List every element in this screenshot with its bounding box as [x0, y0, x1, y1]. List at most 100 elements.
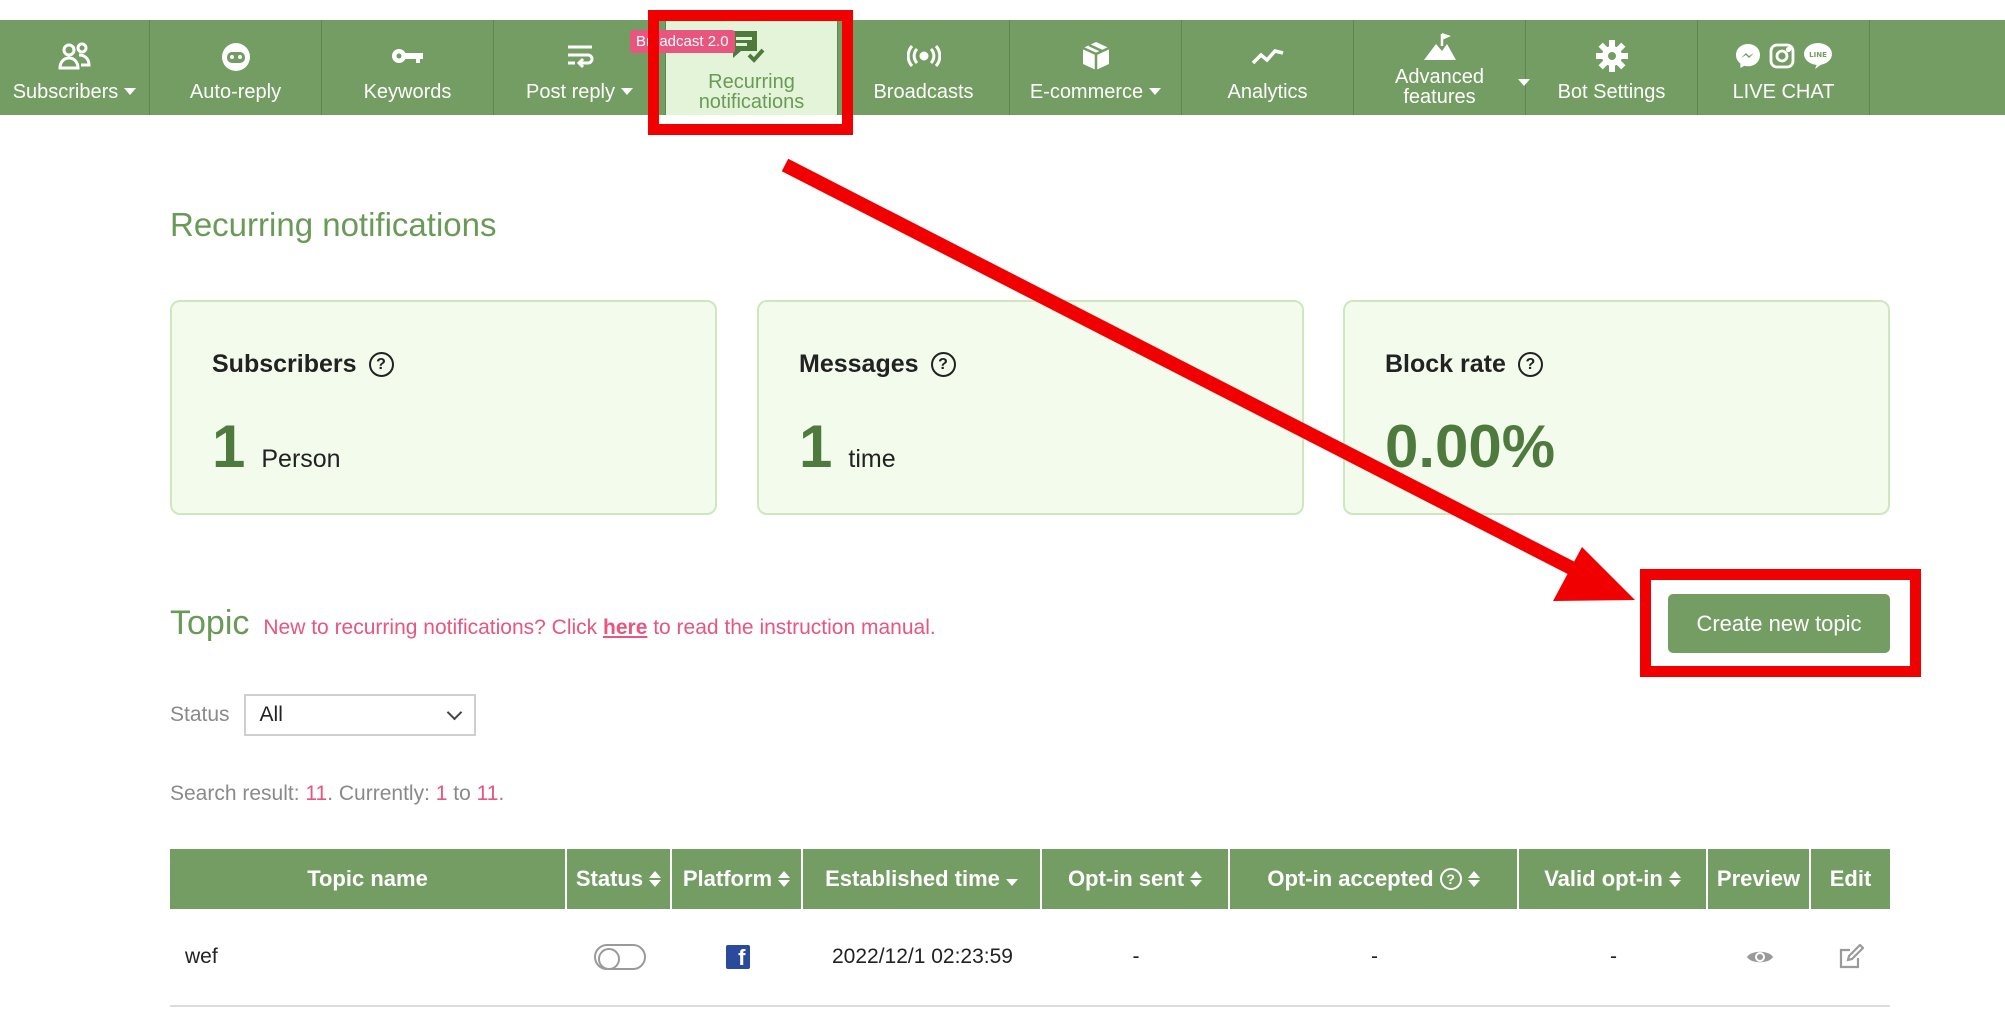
topic-header: Topic New to recurring notifications? Cl… [170, 604, 936, 643]
cell-established-time: 2022/12/1 02:23:59 [831, 945, 1013, 968]
table-row: wef f 2022/12/1 02:23:59 - - - [170, 909, 1890, 1007]
cell-status [567, 909, 672, 1005]
nav-label: Auto-reply [189, 80, 282, 103]
th-label: Platform [682, 866, 773, 891]
nav-label: Post reply [526, 80, 615, 103]
cell-optin-accepted: - [1371, 945, 1378, 968]
stat-value: 0.00% [1385, 413, 1556, 480]
stat-title: Block rate [1385, 350, 1506, 378]
nav-item-live-chat[interactable]: LINE LIVE CHAT [1698, 20, 1870, 115]
post-reply-icon [565, 34, 595, 78]
nav-item-advanced-features[interactable]: Advanced features [1354, 20, 1530, 115]
nav-item-bot-settings[interactable]: Bot Settings [1526, 20, 1698, 115]
cell-preview [1708, 909, 1811, 1005]
topic-heading: Topic [170, 604, 250, 642]
caret-down-icon [124, 88, 137, 95]
robot-icon [219, 34, 253, 78]
stat-title: Messages [799, 350, 919, 378]
th-preview: Preview [1708, 849, 1811, 909]
help-icon[interactable]: ? [930, 352, 956, 377]
nav-label: Analytics [1227, 80, 1308, 103]
edit-icon[interactable] [1838, 944, 1864, 970]
sort-icon [1190, 871, 1203, 887]
box-icon [1080, 34, 1112, 78]
status-filter-label: Status [170, 703, 230, 726]
topics-table: Topic name Status Platform Established t… [170, 849, 1890, 1007]
th-label: Valid opt-in [1544, 866, 1663, 891]
th-status[interactable]: Status [567, 849, 672, 909]
instruction-manual-link[interactable]: here [603, 616, 647, 639]
nav-label: LIVE CHAT [1732, 80, 1835, 103]
facebook-icon: f [725, 945, 750, 969]
th-edit: Edit [1811, 849, 1890, 909]
mountain-flag-icon [1422, 29, 1458, 63]
nav-item-broadcasts[interactable]: Broadcasts [838, 20, 1010, 115]
nav-label-line1: Advanced [1395, 65, 1484, 88]
status-select[interactable]: All [243, 694, 476, 736]
table-header: Topic name Status Platform Established t… [170, 849, 1890, 909]
th-platform[interactable]: Platform [672, 849, 803, 909]
help-icon[interactable]: ? [1439, 868, 1462, 890]
help-icon[interactable]: ? [368, 352, 394, 377]
cell-optin-sent: - [1132, 945, 1140, 968]
search-to: 11 [476, 782, 499, 805]
cell-edit [1811, 909, 1890, 1005]
stat-unit: Person [261, 445, 341, 473]
stat-unit: time [848, 445, 896, 473]
cell-valid-optin: - [1610, 945, 1617, 968]
th-valid-optin[interactable]: Valid opt-in [1519, 849, 1708, 909]
th-topic-name: Topic name [170, 849, 567, 909]
nav-item-analytics[interactable]: Analytics [1182, 20, 1354, 115]
nav-label-line2: features [1403, 85, 1476, 108]
search-to-word: to [447, 782, 477, 805]
search-result-summary: Search result: 11. Currently: 1 to 11. [170, 782, 504, 806]
status-filter: Status All [170, 694, 476, 736]
status-select-value: All [259, 703, 283, 726]
stat-value: 1 [799, 413, 833, 480]
key-icon [391, 34, 425, 78]
search-mid: . Currently: [327, 782, 436, 805]
chevron-down-icon [446, 704, 462, 720]
nav-label: Subscribers [12, 80, 119, 103]
th-label: Preview [1716, 866, 1801, 891]
messenger-instagram-line-icon: LINE [1735, 34, 1833, 78]
main-nav: Subscribers Auto-reply Keywords Post rep… [0, 20, 2005, 115]
th-label: Topic name [307, 866, 428, 891]
nav-label-line2: notifications [698, 90, 805, 113]
broadcast-badge: Broadcast 2.0 [630, 30, 735, 53]
page-title: Recurring notifications [170, 206, 497, 243]
create-new-topic-button[interactable]: Create new topic [1668, 594, 1890, 653]
search-prefix: Search result: [170, 782, 306, 805]
subscribers-icon [57, 34, 92, 78]
help-icon[interactable]: ? [1517, 352, 1543, 377]
cell-topic-name: wef [185, 945, 218, 968]
search-total: 11 [305, 782, 328, 805]
nav-label: Bot Settings [1557, 80, 1666, 103]
th-established-time[interactable]: Established time [803, 849, 1042, 909]
nav-item-recurring-notifications[interactable]: Broadcast 2.0 Recurring notifications [630, 20, 838, 115]
topic-help-text: New to recurring notifications? Click he… [263, 616, 935, 640]
sort-icon [649, 871, 662, 887]
th-optin-accepted[interactable]: Opt-in accepted? [1230, 849, 1519, 909]
svg-text:LINE: LINE [1809, 51, 1827, 59]
nav-label-line1: Recurring [708, 70, 795, 93]
analytics-icon [1251, 34, 1285, 78]
status-toggle[interactable] [593, 944, 646, 970]
broadcast-icon [906, 34, 941, 78]
nav-item-subscribers[interactable]: Subscribers [0, 20, 150, 115]
search-suffix: . [498, 782, 505, 805]
search-from: 1 [435, 782, 448, 805]
nav-item-e-commerce[interactable]: E-commerce [1010, 20, 1182, 115]
stat-title: Subscribers [212, 350, 357, 378]
sort-icon [1467, 871, 1480, 887]
gear-icon [1595, 34, 1629, 78]
nav-item-keywords[interactable]: Keywords [322, 20, 494, 115]
eye-icon[interactable] [1746, 948, 1774, 966]
nav-item-auto-reply[interactable]: Auto-reply [150, 20, 322, 115]
th-label: Established time [825, 866, 1000, 891]
help-suffix: to read the instruction manual. [647, 616, 936, 639]
th-optin-sent[interactable]: Opt-in sent [1042, 849, 1230, 909]
nav-label: Keywords [363, 80, 452, 103]
th-label: Status [575, 866, 644, 891]
help-prefix: New to recurring notifications? Click [263, 616, 604, 639]
